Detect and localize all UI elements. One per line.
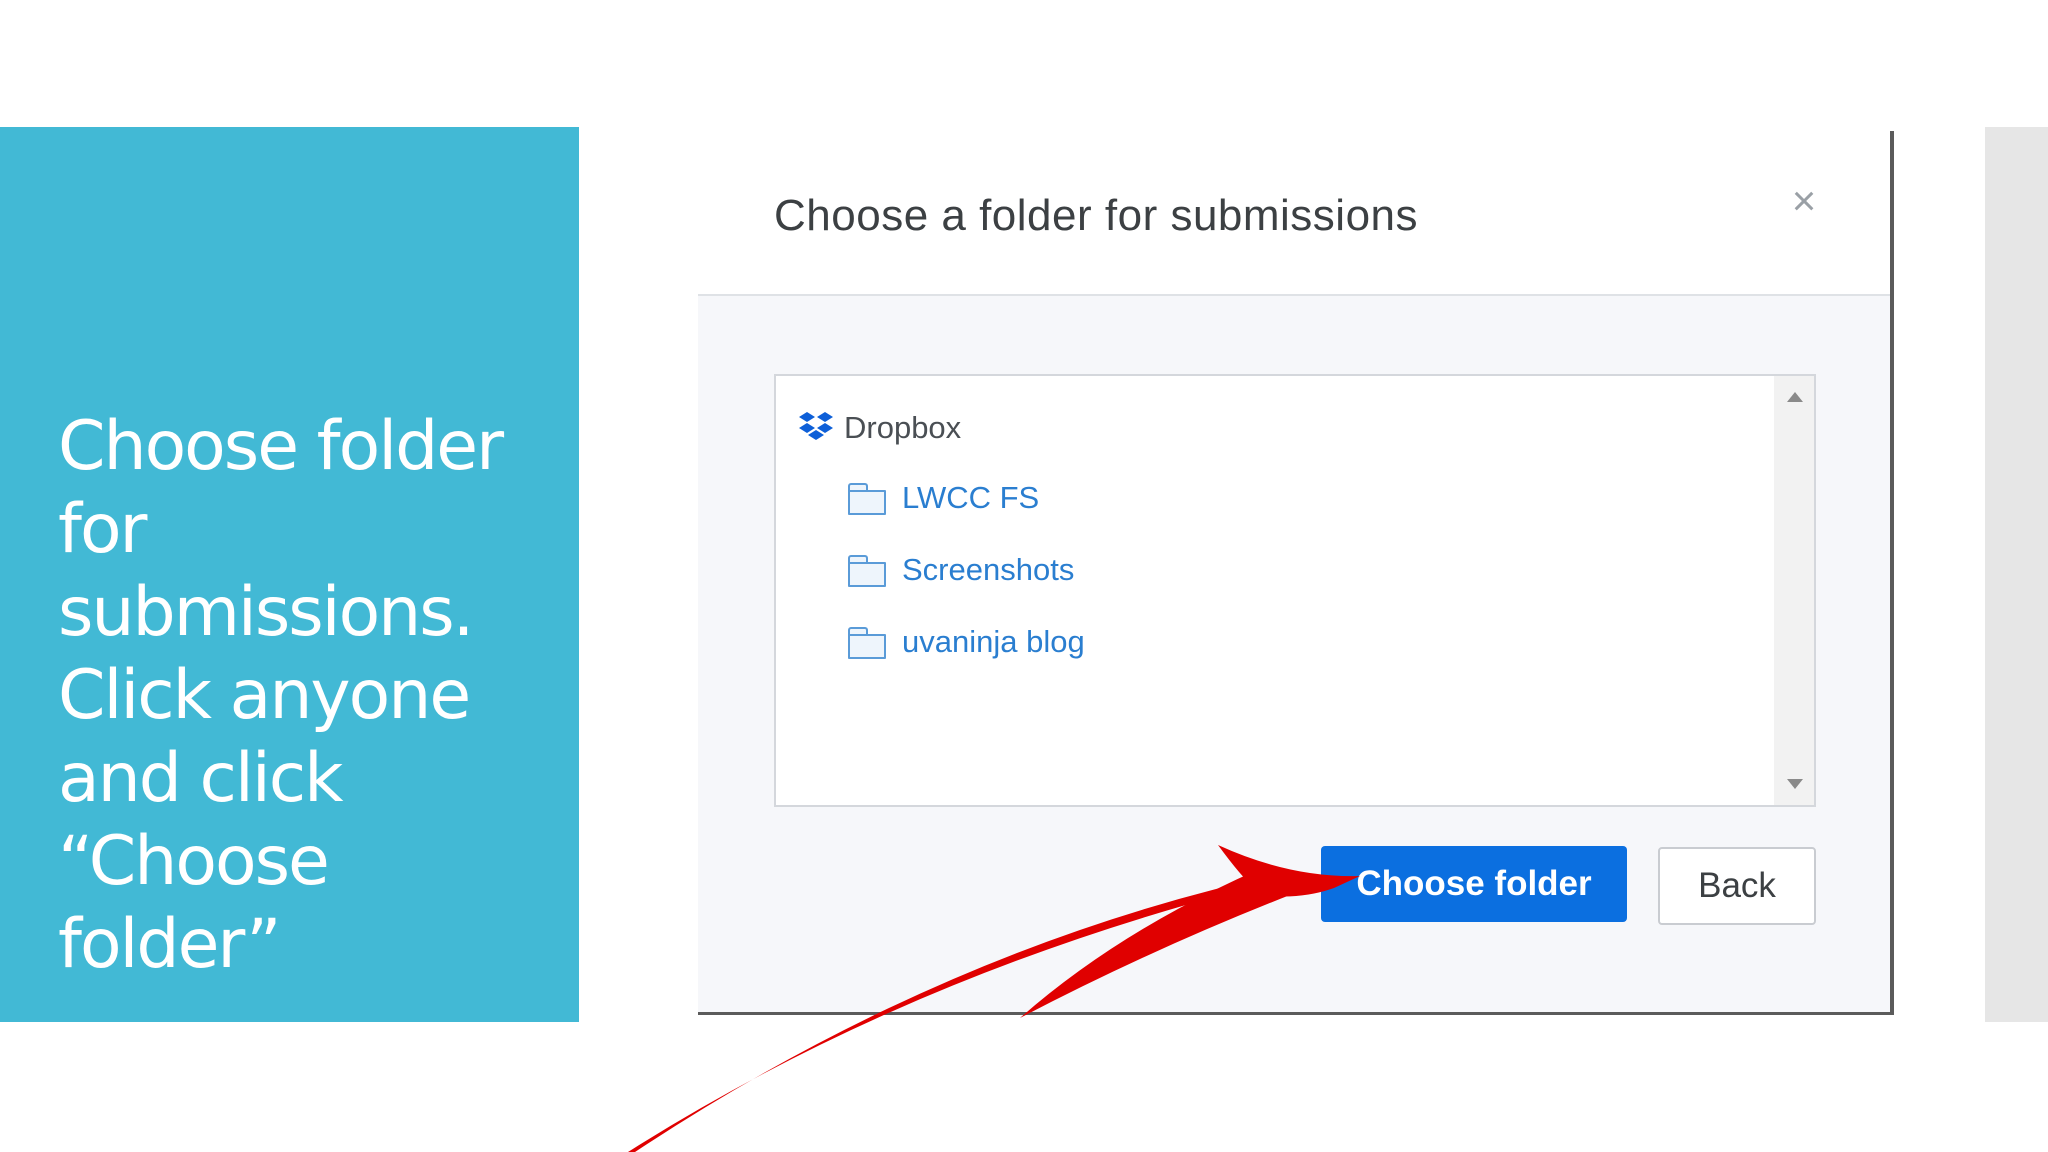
folder-item-uvaninja-blog[interactable]: uvaninja blog	[848, 620, 1748, 664]
tree-root-dropbox[interactable]: Dropbox	[798, 406, 1778, 450]
close-icon[interactable]: ×	[1786, 180, 1822, 222]
back-button[interactable]: Back	[1658, 847, 1816, 925]
dialog-title: Choose a folder for submissions	[774, 191, 1419, 240]
dropbox-icon	[799, 412, 833, 440]
folder-icon	[848, 483, 886, 515]
folder-tree: Dropbox LWCC FS Screenshots uvaninja blo…	[774, 374, 1816, 807]
folder-label: uvaninja blog	[902, 624, 1085, 659]
folder-item-screenshots[interactable]: Screenshots	[848, 548, 1748, 592]
dialog-header: Choose a folder for submissions ×	[698, 131, 1890, 296]
scroll-down-icon[interactable]	[1787, 779, 1803, 789]
choose-folder-dialog: Choose a folder for submissions × Dropbo…	[698, 131, 1894, 1015]
background-strip	[1985, 127, 2048, 1022]
folder-icon	[848, 555, 886, 587]
folder-label: LWCC FS	[902, 480, 1040, 515]
tree-root-label: Dropbox	[844, 410, 962, 445]
folder-icon	[848, 627, 886, 659]
tree-scrollbar[interactable]	[1774, 376, 1814, 805]
instruction-panel: Choose folder for submissions. Click any…	[0, 127, 579, 1022]
instruction-text: Choose folder for submissions. Click any…	[58, 407, 504, 984]
scroll-up-icon[interactable]	[1787, 392, 1803, 402]
choose-folder-button[interactable]: Choose folder	[1321, 846, 1627, 922]
slide: Choose folder for submissions. Click any…	[0, 0, 2048, 1152]
folder-item-lwcc-fs[interactable]: LWCC FS	[848, 476, 1748, 520]
folder-label: Screenshots	[902, 552, 1075, 587]
